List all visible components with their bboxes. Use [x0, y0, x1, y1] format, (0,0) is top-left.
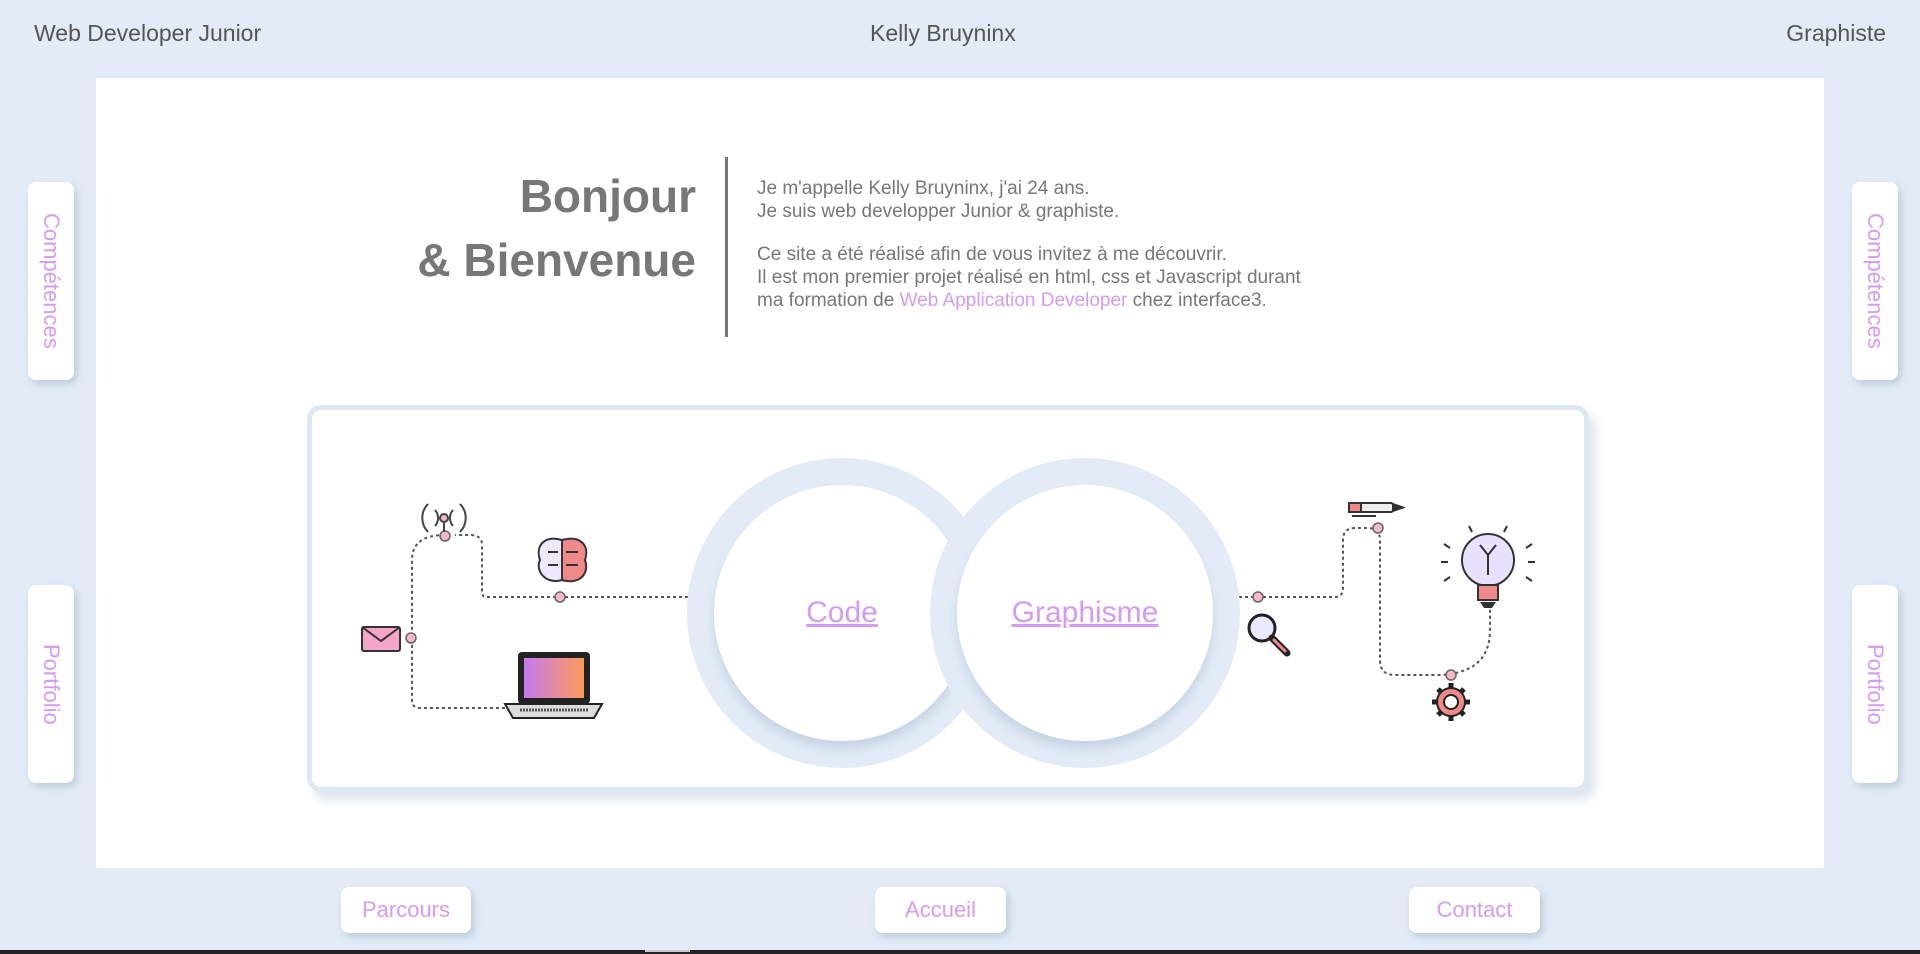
window-bottom-edge: [0, 950, 1920, 954]
nav-parcours-button[interactable]: Parcours: [341, 887, 471, 933]
magnifier-icon: [1247, 613, 1291, 657]
path-left-2: [411, 534, 515, 709]
brain-icon: [537, 537, 588, 583]
antenna-icon: [421, 503, 467, 533]
nav-label: Contact: [1436, 897, 1513, 922]
scroll-indicator: [645, 950, 690, 952]
node-dot: [1445, 669, 1457, 681]
nav-contact-button[interactable]: Contact: [1409, 887, 1540, 933]
envelope-icon: [361, 626, 401, 652]
pencil-icon: [1348, 502, 1406, 517]
laptop-icon: [503, 652, 604, 719]
node-dot: [405, 632, 417, 644]
code-link[interactable]: Code: [806, 596, 878, 630]
node-dot: [554, 591, 566, 603]
nav-label: Parcours: [361, 897, 451, 922]
node-dot: [1372, 522, 1384, 534]
path-right-1: [1203, 527, 1491, 676]
graphisme-circle: Graphisme: [957, 485, 1213, 741]
graphisme-ring: Graphisme: [930, 458, 1240, 768]
node-dot: [1252, 591, 1264, 603]
nav-label: Accueil: [905, 897, 976, 922]
node-dot: [439, 530, 451, 542]
gear-icon: [1432, 683, 1470, 721]
card-decoration: [361, 502, 1535, 721]
nav-accueil-button[interactable]: Accueil: [875, 887, 1006, 933]
graphisme-link[interactable]: Graphisme: [1012, 596, 1159, 630]
lightbulb-icon: [1441, 525, 1535, 608]
